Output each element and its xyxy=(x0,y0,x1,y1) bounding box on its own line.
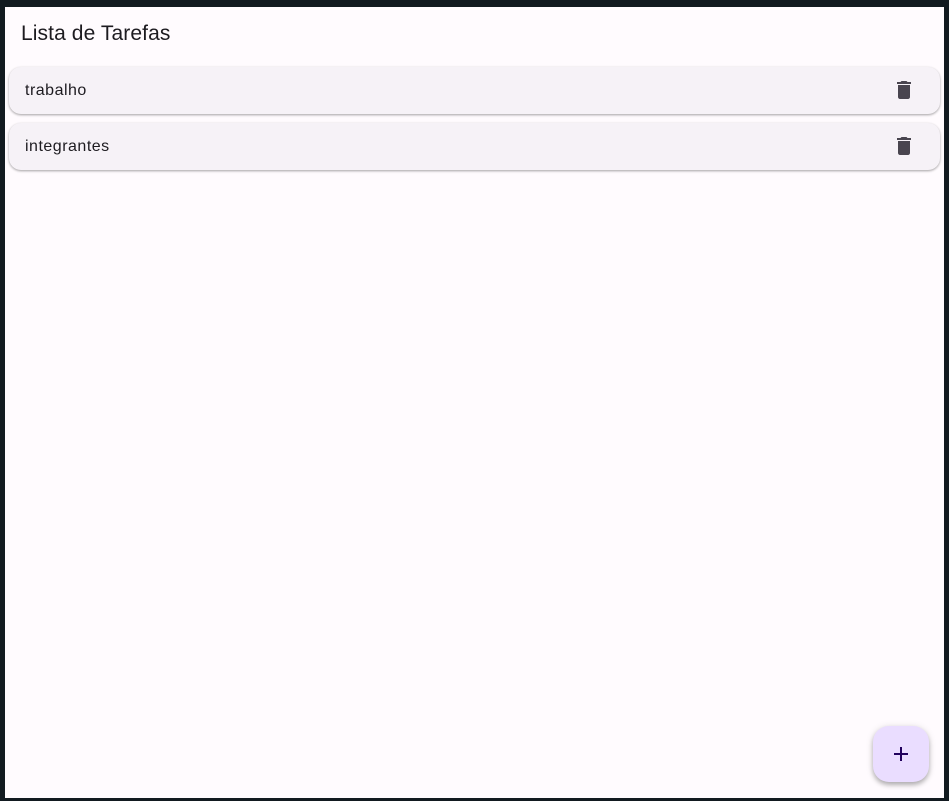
page-title: Lista de Tarefas xyxy=(21,22,171,45)
add-task-button[interactable] xyxy=(873,726,929,782)
task-list: trabalho integrantes xyxy=(9,67,940,179)
delete-task-button[interactable] xyxy=(892,78,916,102)
trash-icon xyxy=(897,137,911,155)
task-label: integrantes xyxy=(25,138,110,155)
task-card-trabalho[interactable]: trabalho xyxy=(9,67,940,114)
app-bar: Lista de Tarefas xyxy=(5,7,944,63)
delete-task-button[interactable] xyxy=(892,134,916,158)
trash-icon xyxy=(897,81,911,99)
plus-icon xyxy=(894,747,908,761)
app-window: Lista de Tarefas trabalho integrantes xyxy=(5,7,944,798)
task-label: trabalho xyxy=(25,82,87,99)
task-card-integrantes[interactable]: integrantes xyxy=(9,123,940,170)
